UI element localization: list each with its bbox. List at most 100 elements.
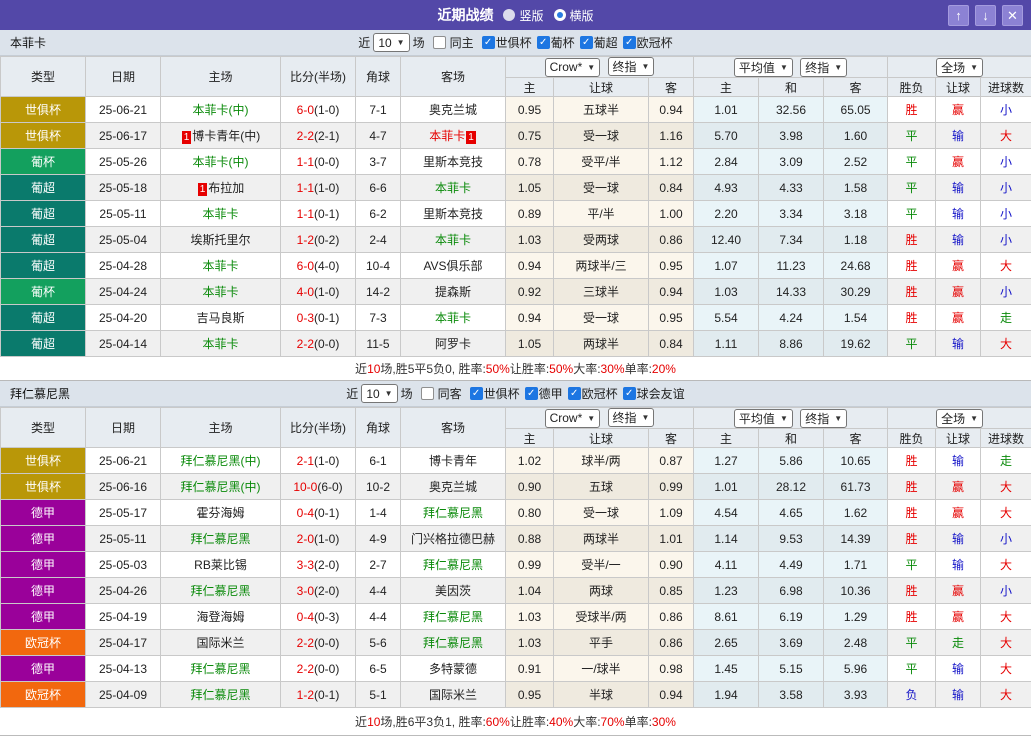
league-checkbox[interactable]: ✓: [482, 36, 495, 49]
away-odds: 0.86: [649, 604, 694, 630]
same-venue-checkbox[interactable]: [433, 36, 446, 49]
fulltime-score: 4-0: [297, 285, 314, 299]
result-value: 胜: [906, 454, 918, 468]
halftime-score: (0-0): [314, 155, 339, 169]
league-checkbox[interactable]: ✓: [568, 387, 581, 400]
scope-select[interactable]: 全场▼: [936, 58, 983, 77]
halftime-score: (0-0): [314, 662, 339, 676]
same-venue-checkbox[interactable]: [421, 387, 434, 400]
title-bar: 近期战绩 竖版 横版 ↑ ↓ ✕: [0, 0, 1031, 30]
match-date: 25-04-09: [86, 682, 161, 708]
handicap-line: 受半/一: [554, 552, 649, 578]
match-count-select[interactable]: 10▼: [361, 384, 397, 403]
close-button[interactable]: ✕: [1002, 5, 1023, 26]
cover-value: 输: [952, 337, 964, 351]
result-value: 平: [906, 207, 918, 221]
scope-select[interactable]: 全场▼: [936, 409, 983, 428]
match-row: 德甲25-04-19海登海姆0-4(0-3)4-4拜仁慕尼黑1.03受球半/两0…: [1, 604, 1031, 630]
avg-select-cell: 平均值▼ 终指▼: [694, 57, 888, 78]
avg-away-odds: 1.71: [824, 552, 888, 578]
avg-draw-odds: 3.98: [759, 123, 824, 149]
filter-controls: 近 10▼ 场 同客 ✓世俱杯✓德甲✓欧冠杯✓球会友谊: [346, 384, 684, 403]
sub-header-handicap: 让球: [554, 429, 649, 448]
avg-mode-select[interactable]: 终指▼: [800, 58, 847, 77]
match-row: 德甲25-05-03RB莱比锡3-3(2-0)2-7拜仁慕尼黑0.99受半/一0…: [1, 552, 1031, 578]
odds-select-cell: Crow*▼ 终指▼: [506, 408, 694, 429]
fulltime-score: 6-0: [297, 103, 314, 117]
cover: 赢: [936, 253, 981, 279]
home-team: 本菲卡(中): [161, 97, 281, 123]
league-badge: 德甲: [1, 656, 86, 682]
result: 平: [888, 656, 936, 682]
avg-home-odds: 1.45: [694, 656, 759, 682]
layout-radio-horizontal[interactable]: 横版: [554, 7, 594, 24]
away-team: 本菲卡: [401, 175, 506, 201]
result-value: 平: [906, 129, 918, 143]
home-team: RB莱比锡: [161, 552, 281, 578]
avg-home-odds: 4.11: [694, 552, 759, 578]
avg-source-select[interactable]: 平均值▼: [734, 409, 793, 428]
cover-value: 输: [952, 454, 964, 468]
result-value: 胜: [906, 311, 918, 325]
league-checkbox[interactable]: ✓: [525, 387, 538, 400]
league-badge: 德甲: [1, 604, 86, 630]
cover-value: 赢: [952, 285, 964, 299]
sub-header-goals: 进球数: [981, 429, 1031, 448]
move-down-button[interactable]: ↓: [975, 5, 996, 26]
cover-value: 赢: [952, 155, 964, 169]
move-up-button[interactable]: ↑: [948, 5, 969, 26]
avg-draw-odds: 14.33: [759, 279, 824, 305]
league-checkbox[interactable]: ✓: [580, 36, 593, 49]
handicap-line: 五球: [554, 474, 649, 500]
summary-text: 20%: [652, 362, 676, 376]
result: 平: [888, 552, 936, 578]
cover: 输: [936, 682, 981, 708]
goals-value: 小: [1000, 207, 1012, 221]
league-checkbox[interactable]: ✓: [537, 36, 550, 49]
match-row: 德甲25-05-17霍芬海姆0-4(0-1)1-4拜仁慕尼黑0.80受一球1.0…: [1, 500, 1031, 526]
odds-source-select[interactable]: Crow*▼: [545, 58, 601, 77]
league-checkbox[interactable]: ✓: [623, 387, 636, 400]
summary-text: 近: [355, 713, 367, 730]
layout-radio-vertical[interactable]: 竖版: [503, 7, 543, 24]
corner-score: 5-6: [356, 630, 401, 656]
odds-source-select[interactable]: Crow*▼: [545, 409, 601, 428]
chevron-down-icon: ▼: [642, 62, 650, 71]
col-header-date: 日期: [86, 57, 161, 97]
avg-home-odds: 4.93: [694, 175, 759, 201]
cover: 输: [936, 656, 981, 682]
avg-source-select[interactable]: 平均值▼: [734, 58, 793, 77]
league-checkbox[interactable]: ✓: [623, 36, 636, 49]
match-score: 4-0(1-0): [281, 279, 356, 305]
goals-value: 大: [1000, 610, 1012, 624]
match-score: 3-3(2-0): [281, 552, 356, 578]
odds-mode-select[interactable]: 终指▼: [608, 408, 655, 427]
avg-draw-odds: 6.19: [759, 604, 824, 630]
match-row: 欧冠杯25-04-17国际米兰2-2(0-0)5-6拜仁慕尼黑1.03平手0.8…: [1, 630, 1031, 656]
fulltime-score: 2-0: [297, 532, 314, 546]
home-odds: 1.03: [506, 227, 554, 253]
home-odds: 0.92: [506, 279, 554, 305]
match-score: 1-1(1-0): [281, 175, 356, 201]
match-row: 葡超25-04-14本菲卡2-2(0-0)11-5阿罗卡1.05两球半0.841…: [1, 331, 1031, 357]
goals-value: 小: [1000, 233, 1012, 247]
away-team: 博卡青年: [401, 448, 506, 474]
halftime-score: (0-1): [314, 506, 339, 520]
match-date: 25-04-24: [86, 279, 161, 305]
avg-mode-select[interactable]: 终指▼: [800, 409, 847, 428]
match-date: 25-04-28: [86, 253, 161, 279]
away-team: 美因茨: [401, 578, 506, 604]
sub-header-avg-draw: 和: [759, 429, 824, 448]
home-odds: 1.04: [506, 578, 554, 604]
avg-away-odds: 1.62: [824, 500, 888, 526]
goals: 走: [981, 448, 1031, 474]
team-label: 阿罗卡: [435, 337, 471, 351]
match-score: 2-2(2-1): [281, 123, 356, 149]
unit-label: 场: [413, 34, 425, 51]
league-checkbox[interactable]: ✓: [470, 387, 483, 400]
league-badge: 世俱杯: [1, 448, 86, 474]
match-count-select[interactable]: 10▼: [373, 33, 409, 52]
handicap-line: 受一球: [554, 500, 649, 526]
odds-mode-select[interactable]: 终指▼: [608, 57, 655, 76]
summary-text: 场,胜6平3负1, 胜率:: [380, 713, 485, 730]
